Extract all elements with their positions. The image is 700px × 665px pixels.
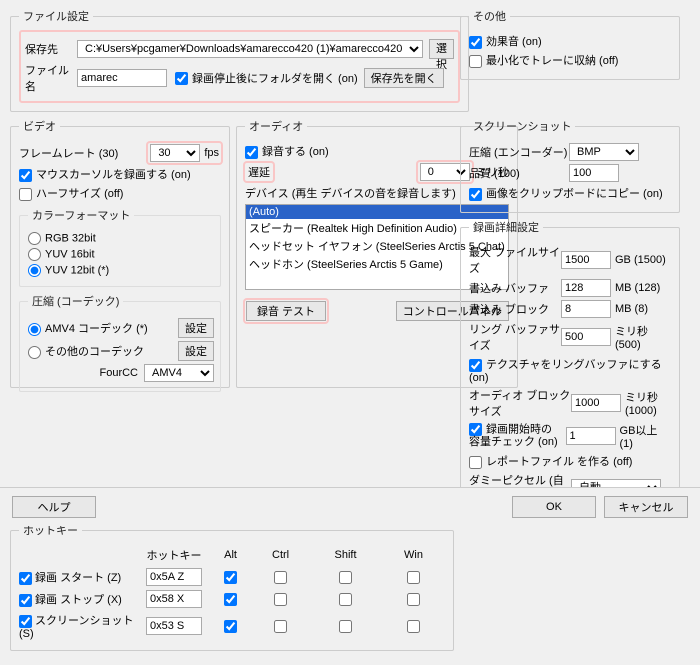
hotkey-row: スクリーンショット (S) [19,610,445,642]
hotkey-enable[interactable]: 録画 スタート (Z) [19,572,121,584]
dest-label: 保存先 [25,41,77,57]
hotkey-alt[interactable] [224,571,237,584]
video-group: ビデオ フレームレート (30) 30 fps マウスカーソルを録画する (on… [10,118,230,388]
hotkey-enable[interactable]: 録画 ストップ (X) [19,594,122,606]
hotkey-group: ホットキー ホットキー Alt Ctrl Shift Win 録画 スタート (… [10,522,454,651]
open-folder-checkbox[interactable]: 録画停止後にフォルダを開く (on) [175,70,358,86]
capchk-unit: GB以上 (1) [620,422,671,450]
wblk-input[interactable] [561,300,611,318]
hotkey-alt[interactable] [224,593,237,606]
ok-button[interactable]: OK [512,496,596,518]
codec-legend: 圧縮 (コーデック) [28,293,123,309]
hotkey-alt[interactable] [224,620,237,633]
quality-input[interactable] [569,164,619,182]
rec-detail-group: 録画詳細設定 最大 ファイルサイズ GB (1500) 書込み バッファ MB (1… [460,219,680,516]
maxfile-input[interactable] [561,251,611,269]
hotkey-row: 録画 ストップ (X) [19,588,445,610]
hotkey-ctrl[interactable] [274,571,287,584]
misc-group: その他 効果音 (on) 最小化でトレーに収納 (off) [460,8,680,80]
hotkey-shift[interactable] [339,593,352,606]
hotkey-shift[interactable] [339,620,352,633]
sfx-checkbox[interactable]: 効果音 (on) [469,33,542,49]
dest-select-button[interactable]: 選択 [429,39,454,59]
hotkey-ctrl[interactable] [274,620,287,633]
hotkey-win[interactable] [407,593,420,606]
framerate-label: フレームレート (30) [19,145,118,161]
hotkey-col-alt: Alt [209,544,252,566]
wbuf-input[interactable] [561,279,611,297]
filename-input[interactable] [77,69,167,87]
file-settings-group: ファイル設定 保存先 C:¥Users¥pcgamer¥Downloads¥am… [10,8,469,112]
hotkey-col-key: ホットキー [139,544,209,566]
colorformat-group: カラーフォーマット RGB 32bit YUV 16bit YUV 12bit … [19,207,221,287]
audio-legend: オーディオ [245,118,307,134]
texture-ring-checkbox[interactable]: テクスチャをリングバッファにする (on) [469,356,671,384]
hotkey-col-win: Win [382,544,445,566]
ring-input[interactable] [561,328,611,346]
hotkey-row: 録画 スタート (Z) [19,566,445,588]
dest-select[interactable]: C:¥Users¥pcgamer¥Downloads¥amarecco420 (… [77,40,423,58]
hotkey-win[interactable] [407,620,420,633]
hotkey-key-input[interactable] [146,568,202,586]
rec-detail-legend: 録画詳細設定 [469,219,543,235]
yuv12-radio[interactable]: YUV 12bit (*) [28,264,109,277]
file-settings-legend: ファイル設定 [19,8,93,24]
report-checkbox[interactable]: レポートファイル を作る (off) [469,453,632,469]
hotkey-win[interactable] [407,571,420,584]
hotkey-key-input[interactable] [146,617,202,635]
hotkey-col-shift: Shift [309,544,382,566]
framerate-select[interactable]: 30 [150,144,200,162]
misc-legend: その他 [469,8,510,24]
filename-label: ファイル名 [25,62,77,94]
cursor-checkbox[interactable]: マウスカーソルを録画する (on) [19,166,191,182]
hotkey-table: ホットキー Alt Ctrl Shift Win 録画 スタート (Z) 録画 … [19,544,445,642]
fourcc-label: FourCC [28,367,144,379]
hotkey-ctrl[interactable] [274,593,287,606]
encoder-label: 圧縮 (エンコーダー) [469,144,569,160]
maxfile-unit: GB (1500) [615,254,666,266]
audblk-label: オーディオ ブロックサイズ [469,387,571,419]
capchk-checkbox[interactable]: 録画開始時の 容量チェック (on) [469,423,566,448]
capchk-input[interactable] [566,427,616,445]
halfsize-checkbox[interactable]: ハーフサイズ (off) [19,185,123,201]
codec-set1-button[interactable]: 設定 [178,318,214,338]
ring-unit: ミリ秒 (500) [615,323,671,351]
quality-label: 品質 (100) [469,165,569,181]
clipboard-checkbox[interactable]: 画像をクリップボードにコピー (on) [469,185,663,201]
open-dest-button[interactable]: 保存先を開く [364,68,444,88]
help-button[interactable]: ヘルプ [12,496,96,518]
hotkey-enable[interactable]: スクリーンショット (S) [19,615,134,640]
fourcc-select[interactable]: AMV4 [144,364,214,382]
audio-test-button[interactable]: 録音 テスト [246,301,326,321]
rgb32-radio[interactable]: RGB 32bit [28,232,96,245]
framerate-unit: fps [204,147,219,159]
audio-rec-checkbox[interactable]: 録音する (on) [245,143,329,159]
device-label: デバイス (再生 デバイスの音を録音します) [245,185,456,201]
hotkey-shift[interactable] [339,571,352,584]
yuv16-radio[interactable]: YUV 16bit [28,248,95,261]
wbuf-unit: MB (128) [615,282,660,294]
other-codec-radio[interactable]: その他のコーデック [28,343,178,359]
wbuf-label: 書込み バッファ [469,280,561,296]
screenshot-legend: スクリーンショット [469,118,575,134]
delay-label: 遅延 [248,167,270,179]
ring-label: リング バッファサイズ [469,321,561,353]
codec-group: 圧縮 (コーデック) AMV4 コーデック (*) 設定 その他のコーデック 設… [19,293,221,392]
maxfile-label: 最大 ファイルサイズ [469,244,561,276]
encoder-select[interactable]: BMP [569,143,639,161]
video-legend: ビデオ [19,118,60,134]
hotkey-key-input[interactable] [146,590,202,608]
tray-checkbox[interactable]: 最小化でトレーに収納 (off) [469,52,618,68]
cancel-button[interactable]: キャンセル [604,496,688,518]
screenshot-group: スクリーンショット 圧縮 (エンコーダー)BMP 品質 (100) 画像をクリッ… [460,118,680,213]
audblk-unit: ミリ秒 (1000) [625,389,671,417]
wblk-unit: MB (8) [615,303,648,315]
hotkey-col-ctrl: Ctrl [252,544,309,566]
colorformat-legend: カラーフォーマット [28,207,134,223]
amv4-radio[interactable]: AMV4 コーデック (*) [28,320,178,336]
dialog-footer: ヘルプ OK キャンセル [0,487,700,526]
audblk-input[interactable] [571,394,621,412]
wblk-label: 書込み ブロック [469,301,561,317]
codec-set2-button[interactable]: 設定 [178,341,214,361]
